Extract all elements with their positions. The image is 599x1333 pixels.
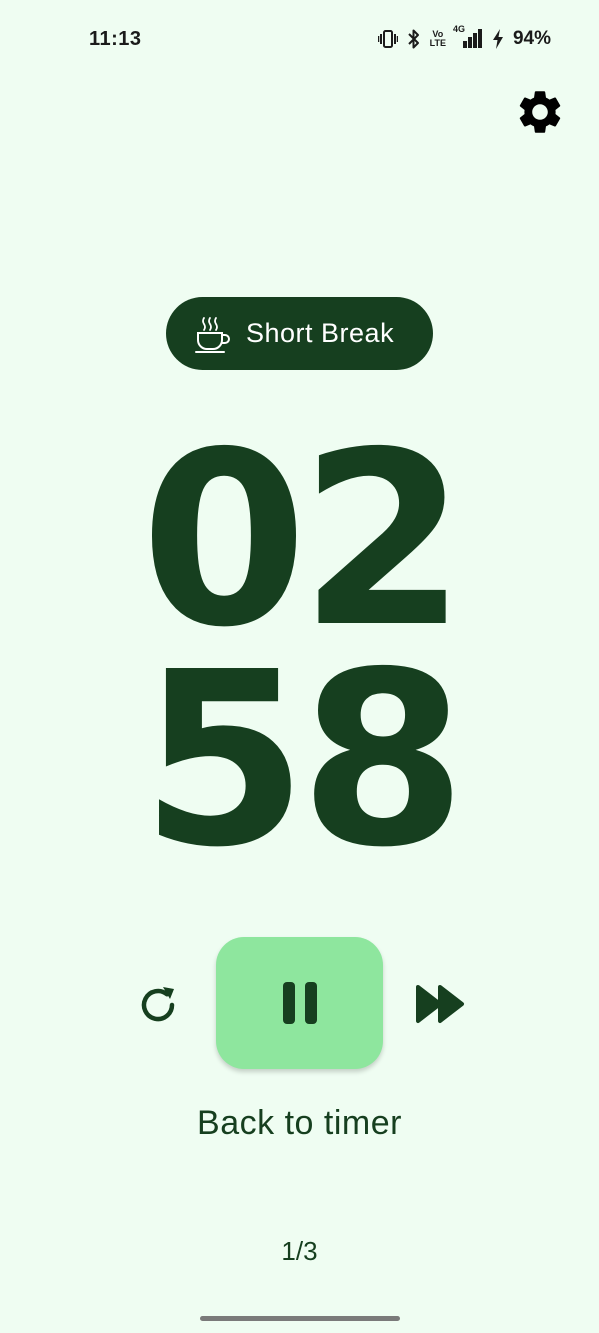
timer-seconds: 58 — [140, 620, 467, 900]
fast-forward-icon — [416, 985, 464, 1023]
status-time: 11:13 — [89, 28, 142, 50]
skip-button[interactable] — [414, 983, 466, 1025]
gear-icon — [519, 91, 561, 133]
timer-controls — [0, 937, 599, 1071]
network-label: 4G — [452, 24, 465, 34]
back-to-timer-link[interactable]: Back to timer — [0, 1104, 599, 1143]
reset-button[interactable] — [134, 981, 182, 1029]
volte-icon: Vo LTE — [430, 30, 446, 48]
settings-button[interactable] — [514, 86, 566, 138]
vibrate-icon — [377, 30, 398, 48]
battery-percent: 94% — [512, 28, 551, 49]
pause-icon — [282, 982, 317, 1024]
pause-button[interactable] — [216, 937, 383, 1069]
home-indicator[interactable] — [200, 1316, 400, 1321]
mode-pill[interactable]: Short Break — [166, 297, 433, 370]
session-count: 1/3 — [281, 1236, 318, 1266]
reset-icon — [141, 987, 175, 1022]
status-bar: 11:13 Vo LTE 4G 94% — [0, 0, 599, 80]
volte-label-bottom: LTE — [429, 38, 446, 48]
status-icons: Vo LTE 4G 94% — [377, 24, 551, 50]
coffee-cup-icon — [195, 316, 230, 353]
bluetooth-icon — [407, 29, 421, 49]
mode-label: Short Break — [246, 318, 395, 348]
charging-icon — [492, 29, 504, 49]
4g-signal-icon: 4G — [453, 24, 483, 49]
